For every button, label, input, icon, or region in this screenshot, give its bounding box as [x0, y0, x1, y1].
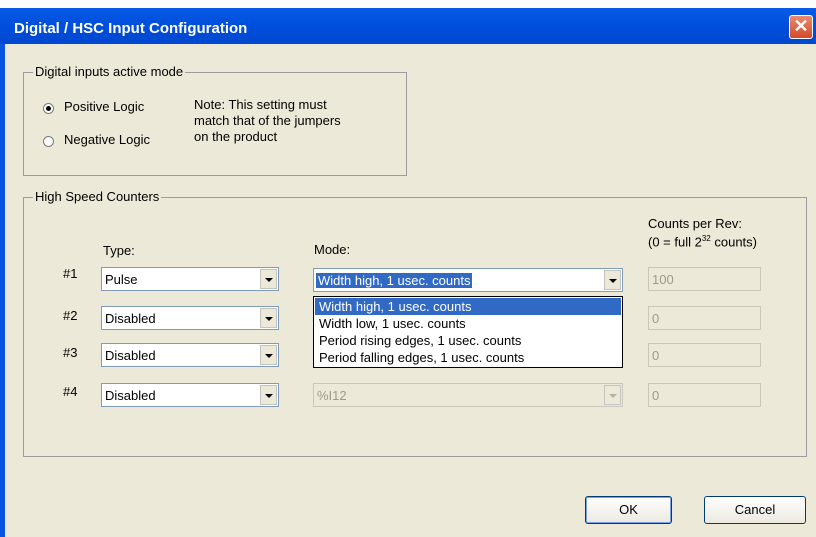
mode-option[interactable]: Period falling edges, 1 usec. counts — [315, 349, 621, 366]
counter-4-counts-value: 0 — [652, 388, 660, 403]
chevron-down-icon[interactable] — [260, 269, 277, 289]
background-window-strip — [0, 0, 816, 8]
counter-1-counts-value: 100 — [652, 272, 674, 287]
counter-2-counts-field: 0 — [648, 306, 761, 330]
counter-1-type-select[interactable]: Pulse — [101, 267, 279, 291]
counter-1-mode-value: Width high, 1 usec. counts — [316, 273, 473, 288]
mode-column-header: Mode: — [314, 242, 351, 257]
mode-option[interactable]: Width high, 1 usec. counts — [315, 298, 621, 315]
counter-3-counts-value: 0 — [652, 348, 660, 363]
counter-3-type-value: Disabled — [105, 348, 156, 363]
mode-dropdown-list: Width high, 1 usec. counts Width low, 1 … — [313, 296, 623, 368]
positive-logic-radio[interactable] — [43, 103, 54, 114]
close-button[interactable]: ✕ — [789, 15, 813, 39]
chevron-down-icon — [604, 385, 621, 405]
counter-4-mode-value: %I12 — [317, 388, 347, 403]
counter-3-label: #3 — [63, 345, 78, 360]
counter-4-counts-field: 0 — [648, 383, 761, 407]
counter-4-label: #4 — [63, 384, 78, 399]
counter-1-label: #1 — [63, 266, 78, 281]
chevron-down-icon[interactable] — [260, 308, 277, 328]
chevron-down-icon[interactable] — [260, 345, 277, 365]
mode-option[interactable]: Period rising edges, 1 usec. counts — [315, 332, 621, 349]
jumper-note: Note: This setting must match that of th… — [194, 97, 341, 145]
note-line: Note: This setting must — [194, 97, 327, 112]
counter-3-type-select[interactable]: Disabled — [101, 343, 279, 367]
counter-1-type-value: Pulse — [105, 272, 138, 287]
note-line: match that of the jumpers — [194, 113, 341, 128]
counter-3-counts-field: 0 — [648, 343, 761, 367]
chevron-down-icon[interactable] — [260, 385, 277, 405]
counter-2-label: #2 — [63, 308, 78, 323]
ok-button[interactable]: OK — [585, 496, 672, 524]
counter-2-type-value: Disabled — [105, 311, 156, 326]
counts-column-header: Counts per Rev: (0 = full 232 counts) — [648, 216, 757, 249]
counts-header-line1: Counts per Rev: — [648, 216, 742, 231]
cancel-button[interactable]: Cancel — [704, 496, 806, 524]
active-mode-legend: Digital inputs active mode — [33, 64, 186, 79]
counter-2-type-select[interactable]: Disabled — [101, 306, 279, 330]
counter-4-mode-select: %I12 — [313, 383, 623, 407]
negative-logic-label[interactable]: Negative Logic — [64, 132, 150, 147]
note-line: on the product — [194, 129, 278, 144]
mode-option[interactable]: Width low, 1 usec. counts — [315, 315, 621, 332]
window-title: Digital / HSC Input Configuration — [14, 20, 248, 37]
chevron-down-icon[interactable] — [604, 270, 621, 290]
counter-1-mode-select[interactable]: Width high, 1 usec. counts — [313, 268, 623, 292]
hsc-legend: High Speed Counters — [33, 189, 162, 204]
window-left-border — [0, 44, 5, 537]
counter-4-type-value: Disabled — [105, 388, 156, 403]
counter-1-counts-field: 100 — [648, 267, 761, 291]
counts-header-line2: (0 = full 232 counts) — [648, 234, 757, 250]
counter-4-type-select[interactable]: Disabled — [101, 383, 279, 407]
counter-2-counts-value: 0 — [652, 311, 660, 326]
type-column-header: Type: — [103, 243, 135, 258]
negative-logic-radio[interactable] — [43, 136, 54, 147]
positive-logic-label[interactable]: Positive Logic — [64, 99, 144, 114]
